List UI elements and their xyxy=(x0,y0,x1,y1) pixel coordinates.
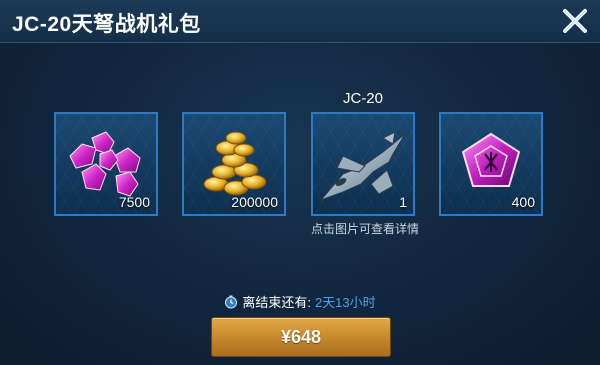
reward-item-crystal[interactable]: 400 xyxy=(439,112,543,216)
item-quantity: 200000 xyxy=(231,194,278,210)
reward-item-gems[interactable]: 7500 xyxy=(54,112,158,216)
purchase-button[interactable]: ¥648 xyxy=(211,317,391,357)
item-caption: JC-20 xyxy=(342,90,383,107)
reward-item-coins[interactable]: 200000 xyxy=(182,112,286,216)
item-quantity: 400 xyxy=(511,194,535,210)
reward-item-fighter[interactable]: 1 xyxy=(311,112,415,216)
gift-pack-dialog: JC-20天弩战机礼包 7500 200000 JC-20 1 点击图片可查看详… xyxy=(0,0,600,365)
timer-label: 离结束还有: xyxy=(242,295,311,310)
close-icon[interactable] xyxy=(560,6,590,36)
clock-icon xyxy=(224,295,238,312)
item-quantity: 1 xyxy=(399,194,407,210)
dialog-header: JC-20天弩战机礼包 xyxy=(0,0,600,43)
dialog-title: JC-20天弩战机礼包 xyxy=(12,13,201,36)
countdown-timer: 离结束还有: 2天13小时 xyxy=(0,292,600,312)
item-quantity: 7500 xyxy=(118,194,150,210)
view-details-hint: 点击图片可查看详情 xyxy=(310,222,419,236)
fighter-jet-icon xyxy=(313,114,413,214)
timer-remaining: 2天13小时 xyxy=(314,295,376,310)
